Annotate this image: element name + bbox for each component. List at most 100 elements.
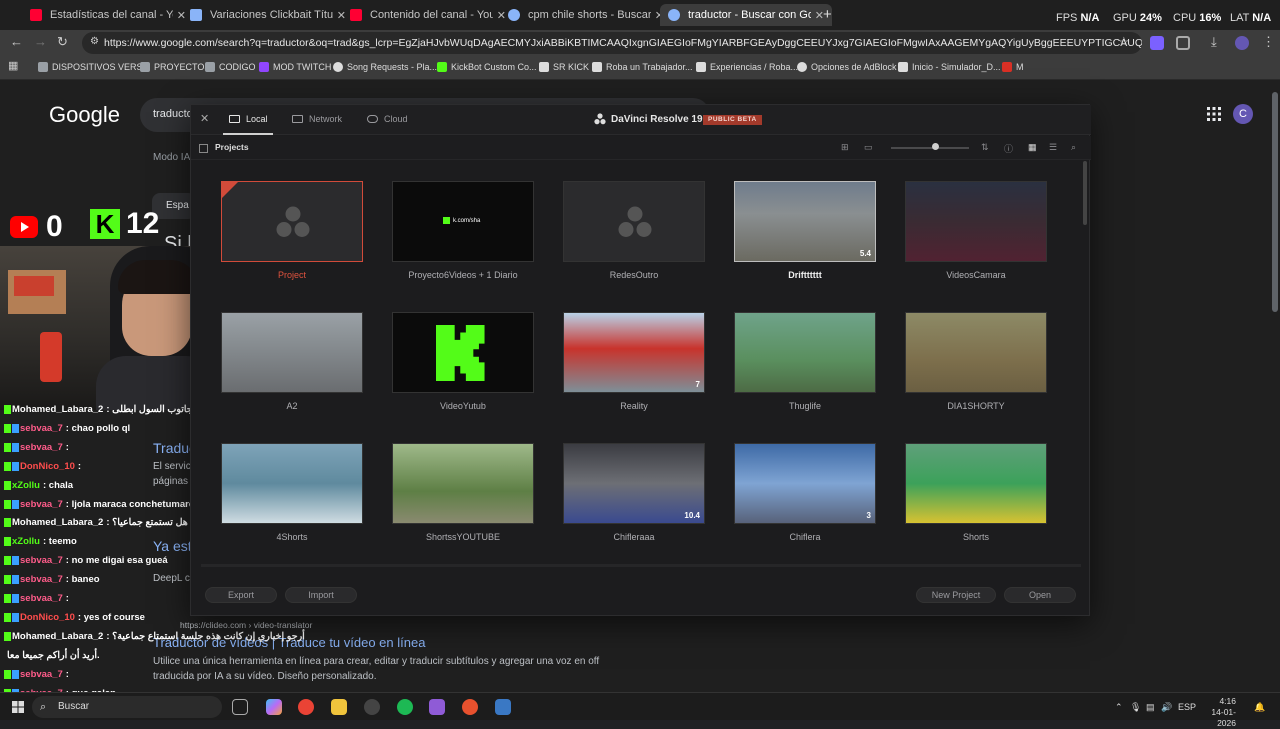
bookmark-item[interactable]: PROYECTOS (140, 62, 210, 72)
new-tab-button[interactable]: + (823, 6, 832, 23)
tab-local[interactable]: Local (229, 114, 268, 124)
sort-icon[interactable]: ⇅ (981, 142, 992, 152)
project-thumbnail[interactable]: 10.4 (563, 443, 705, 524)
browser-tab[interactable]: Contenido del canal - YouTube✕ (342, 4, 514, 26)
copilot-icon[interactable] (266, 699, 282, 715)
obs-icon[interactable] (364, 699, 380, 715)
profile-avatar[interactable] (1235, 36, 1249, 50)
project-card[interactable]: 7 Reality (563, 312, 705, 411)
media-icon[interactable]: ▭ (864, 142, 875, 152)
project-thumbnail[interactable] (392, 443, 534, 524)
grid-scrollbar[interactable] (1083, 161, 1087, 225)
tray-chevron-icon[interactable]: ⌃ (1115, 702, 1123, 713)
project-thumbnail[interactable] (905, 443, 1047, 524)
davinci-resolve-icon[interactable] (495, 699, 511, 715)
google-apps-icon[interactable] (1207, 107, 1221, 121)
export-button[interactable]: Export (205, 587, 277, 603)
project-card[interactable]: RedesOutro (563, 181, 705, 280)
input-language[interactable]: ESP (1178, 702, 1196, 712)
app-icon[interactable] (429, 699, 445, 715)
sidebar-toggle-icon[interactable] (199, 144, 208, 153)
project-thumbnail[interactable]: 5.4 (734, 181, 876, 262)
bookmark-item[interactable]: SR KICK (539, 62, 589, 72)
info-icon[interactable]: ⓘ (1004, 142, 1015, 154)
project-thumbnail[interactable] (905, 181, 1047, 262)
site-info-icon[interactable]: ⚙ (90, 36, 99, 47)
project-card[interactable]: 4Shorts (221, 443, 363, 542)
notifications-icon[interactable]: 🔔 (1254, 702, 1265, 713)
project-thumbnail[interactable] (563, 181, 705, 262)
taskbar-search-box[interactable]: Buscar (32, 696, 222, 718)
project-thumbnail[interactable] (221, 181, 363, 262)
bookmark-star-icon[interactable]: ☆ (1118, 34, 1130, 50)
import-button[interactable]: Import (285, 587, 357, 603)
windows-start-icon[interactable] (12, 701, 24, 713)
chrome-icon[interactable] (298, 699, 314, 715)
project-card[interactable]: k.com/sha Proyecto6Videos + 1 Diario (392, 181, 534, 280)
extensions-puzzle-icon[interactable] (1176, 36, 1190, 50)
grid-view-icon[interactable]: ▦ (1028, 142, 1039, 152)
browser-tab-active[interactable]: traductor - Buscar con Google✕ (660, 4, 832, 26)
project-card[interactable]: VideoYutub (392, 312, 534, 411)
bookmark-item[interactable]: Roba un Trabajador... (592, 62, 693, 72)
app-icon[interactable] (462, 699, 478, 715)
project-card[interactable]: 5.4 Driftttttt (734, 181, 876, 280)
browser-tab[interactable]: cpm chile shorts - Buscar con G✕ (500, 4, 672, 26)
microphone-icon[interactable]: 🎙 (1130, 702, 1141, 713)
bookmark-item[interactable]: M (1002, 62, 1024, 72)
tab-modo-ia[interactable]: Modo IA (153, 152, 190, 163)
bookmark-item[interactable]: Song Requests - Pla... (333, 62, 437, 72)
project-card[interactable]: 3 Chiflera (734, 443, 876, 542)
spotify-icon[interactable] (397, 699, 413, 715)
page-scrollbar[interactable] (1272, 92, 1278, 312)
project-thumbnail[interactable] (392, 312, 534, 393)
project-card[interactable]: Shorts (905, 443, 1047, 542)
task-view-icon[interactable] (232, 699, 248, 715)
bookmark-item[interactable]: KickBot Custom Co... (437, 62, 537, 72)
reload-icon[interactable]: ↻ (57, 34, 68, 50)
list-view-icon[interactable]: ☰ (1049, 142, 1060, 152)
bookmark-item[interactable]: DISPOSITIVOS VERSE (38, 62, 149, 72)
project-card[interactable]: A2 (221, 312, 363, 411)
project-thumbnail[interactable] (221, 312, 363, 393)
address-bar[interactable]: https://www.google.com/search?q=traducto… (82, 32, 1142, 54)
google-account-avatar[interactable]: C (1233, 104, 1253, 124)
bookmark-item[interactable]: Opciones de AdBlock (797, 62, 897, 72)
tab-network[interactable]: Network (292, 114, 342, 124)
download-icon[interactable]: ⤓ (1211, 34, 1217, 50)
extension-icon[interactable] (1150, 36, 1164, 50)
project-thumbnail[interactable]: 3 (734, 443, 876, 524)
project-card[interactable]: ShortssYOUTUBE (392, 443, 534, 542)
project-thumbnail[interactable] (905, 312, 1047, 393)
volume-icon[interactable]: 🔊 (1161, 702, 1172, 713)
slider-knob[interactable] (932, 143, 939, 150)
project-thumbnail[interactable] (734, 312, 876, 393)
tab-cloud[interactable]: Cloud (367, 114, 408, 124)
browser-tab[interactable]: Estadísticas del canal - YouTube✕ (22, 4, 194, 26)
project-card[interactable]: Project (221, 181, 363, 280)
close-icon[interactable]: ✕ (200, 112, 209, 125)
search-icon[interactable]: ⌕ (1071, 142, 1082, 152)
menu-icon[interactable]: ⋮ (1262, 34, 1275, 50)
project-card[interactable]: 10.4 Chifleraaa (563, 443, 705, 542)
bookmark-item[interactable]: Experiencias / Roba... (696, 62, 798, 72)
project-thumbnail[interactable]: k.com/sha (392, 181, 534, 262)
browser-tab[interactable]: Variaciones Clickbait Título ✕ (182, 4, 354, 26)
project-card[interactable]: Thuglife (734, 312, 876, 411)
project-card[interactable]: VideosCamara (905, 181, 1047, 280)
project-thumbnail[interactable]: 7 (563, 312, 705, 393)
new-folder-icon[interactable]: ⊞ (841, 142, 852, 152)
project-card[interactable]: DIA1SHORTY (905, 312, 1047, 411)
google-logo[interactable]: Google (49, 102, 120, 128)
back-icon[interactable]: ← (10, 34, 23, 49)
forward-icon[interactable]: → (34, 34, 47, 49)
thumbnail-size-slider[interactable] (891, 147, 969, 149)
apps-grid-icon[interactable]: ▦ (8, 59, 18, 72)
bookmark-item[interactable]: MOD TWITCH (259, 62, 331, 72)
file-explorer-icon[interactable] (331, 699, 347, 715)
project-thumbnail[interactable] (221, 443, 363, 524)
open-button[interactable]: Open (1004, 587, 1076, 603)
bookmark-item[interactable]: CODIGO (205, 62, 256, 72)
network-icon[interactable]: ▤ (1146, 702, 1155, 713)
system-clock[interactable]: 4:16 14-01-2026 (1198, 696, 1236, 729)
